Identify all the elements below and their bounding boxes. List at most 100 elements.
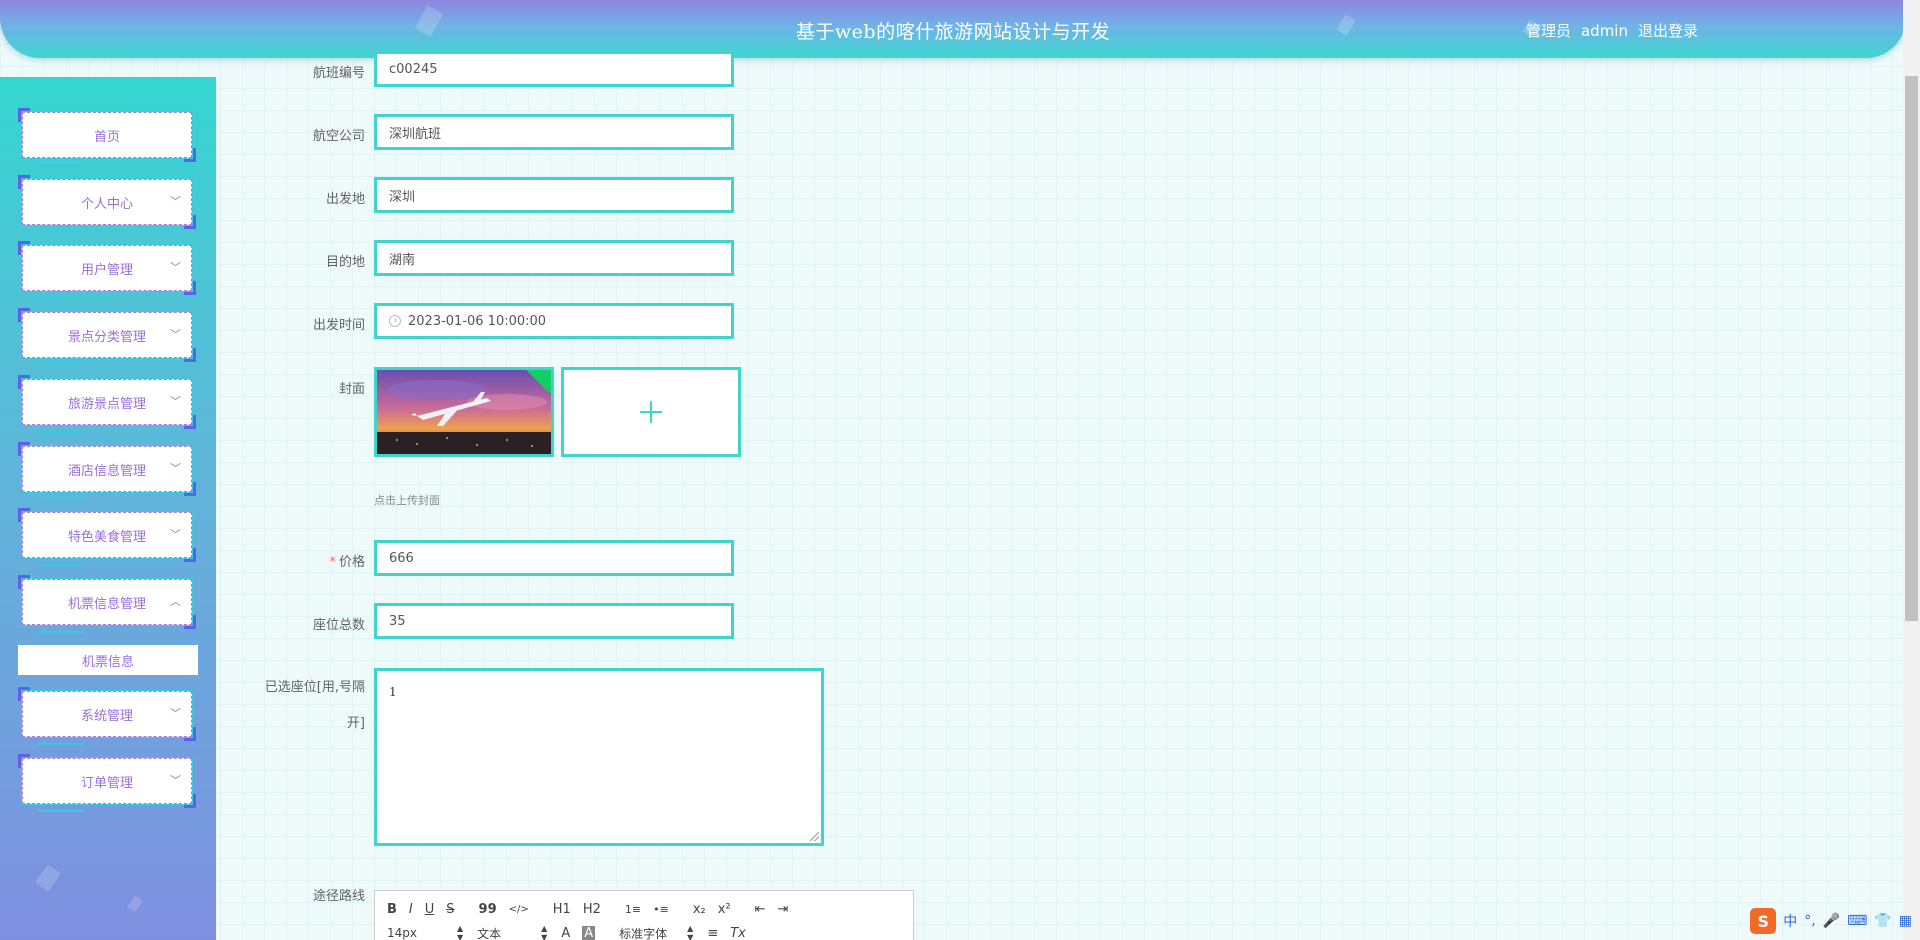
sidebar-item-orders[interactable]: 订单管理 ﹀ (18, 754, 196, 812)
chevron-down-icon: ﹀ (170, 395, 181, 408)
route-label: 途径路线 (312, 889, 365, 904)
cover-image-thumbnail[interactable] (374, 367, 554, 457)
h2-button[interactable]: H2 (583, 902, 601, 917)
airline-label: 航空公司 (312, 129, 365, 144)
chevron-down-icon: ﹀ (170, 195, 181, 208)
chevron-up-icon: ︿ (170, 595, 181, 608)
background-color-button[interactable]: A (582, 925, 596, 940)
strike-button[interactable]: S (446, 902, 454, 917)
route-rich-editor[interactable]: B I U S 99 </> H1 H2 1≡ •≡ x₂ x² ⇤ ⇥ 14p… (374, 890, 914, 940)
chevron-down-icon: ﹀ (170, 462, 181, 475)
sidebar-item-hotels[interactable]: 酒店信息管理 ﹀ (18, 442, 196, 500)
sidebar-item-system[interactable]: 系统管理 ﹀ (18, 687, 196, 745)
font-size-value: 14px (387, 926, 417, 940)
item-underline (38, 743, 84, 745)
destination-label: 目的地 (325, 255, 365, 270)
text-color-button[interactable]: A (561, 926, 570, 940)
indent-button[interactable]: ⇥ (778, 902, 789, 917)
clear-format-button[interactable]: Tx (730, 926, 746, 940)
logout-button[interactable]: 退出登录 (1638, 22, 1698, 40)
resize-handle[interactable] (810, 832, 819, 841)
item-underline (38, 498, 84, 500)
item-body: 用户管理 ﹀ (22, 245, 192, 291)
airline-input[interactable]: 深圳航班 (374, 114, 734, 150)
price-label-text: 价格 (338, 555, 365, 570)
page-scrollbar[interactable] (1903, 0, 1920, 940)
item-underline (38, 810, 84, 812)
italic-button[interactable]: I (409, 902, 413, 917)
editor-toolbar-row: 14px ▲ ▼ 文本 ▲ ▼ A A 标准字体 ▲ ▼ ≡ Tx (387, 924, 758, 940)
subscript-button[interactable]: x₂ (693, 902, 706, 917)
sidebar-decoration (126, 895, 144, 913)
grid-menu-icon[interactable]: ▦ (1899, 913, 1912, 929)
code-block-button[interactable]: </> (509, 904, 529, 915)
ime-lang-toggle[interactable]: 中 (1783, 911, 1797, 931)
submenu-item-ticket-info[interactable]: 机票信息 (18, 645, 198, 675)
chevron-down-icon: ﹀ (170, 528, 181, 541)
sidebar-item-label: 首页 (93, 129, 120, 145)
item-underline (38, 364, 84, 366)
item-body: 个人中心 ﹀ (22, 179, 192, 225)
flight-no-input[interactable]: c00245 (374, 51, 734, 87)
cover-label: 封面 (338, 382, 365, 397)
chevron-down-icon: ﹀ (170, 261, 181, 274)
item-body: 订单管理 ﹀ (22, 758, 192, 804)
item-underline (38, 564, 84, 566)
blockquote-button[interactable]: 99 (479, 902, 497, 917)
sidebar-item-label: 系统管理 (80, 708, 133, 724)
outdent-button[interactable]: ⇤ (755, 902, 766, 917)
item-body: 机票信息管理 ︿ (22, 579, 192, 625)
align-button[interactable]: ≡ (707, 926, 718, 940)
sidebar-item-label: 个人中心 (80, 196, 133, 212)
price-input[interactable]: 666 (374, 540, 734, 576)
sogou-logo-icon[interactable]: S (1750, 908, 1777, 934)
editor-toolbar-row: B I U S 99 </> H1 H2 1≡ •≡ x₂ x² ⇤ ⇥ (387, 902, 800, 917)
sidebar-item-label: 旅游景点管理 (67, 396, 146, 412)
ordered-list-button[interactable]: 1≡ (625, 903, 641, 916)
seats-total-input[interactable]: 35 (374, 603, 734, 639)
format-value: 文本 (477, 926, 502, 940)
item-underline (38, 231, 84, 233)
airplane-sunset-image (377, 370, 551, 454)
item-underline (38, 631, 84, 633)
keyboard-icon[interactable]: ⌨ (1847, 913, 1867, 929)
upload-cover-button[interactable] (561, 367, 741, 457)
shirt-icon[interactable]: 👕 (1874, 913, 1891, 929)
ime-punct-toggle[interactable]: °, (1804, 913, 1815, 929)
depart-time-label: 出发时间 (312, 318, 365, 333)
destination-input[interactable]: 湖南 (374, 240, 734, 276)
item-underline (38, 297, 84, 299)
font-family-select[interactable]: 标准字体 ▲ ▼ (619, 924, 693, 940)
bullet-list-button[interactable]: •≡ (653, 903, 669, 916)
sidebar-item-spot-categories[interactable]: 景点分类管理 ﹀ (18, 308, 196, 366)
depart-time-picker[interactable]: 2023-01-06 10:00:00 (374, 303, 734, 339)
underline-button[interactable]: U (425, 902, 435, 917)
superscript-button[interactable]: x² (718, 902, 731, 917)
sidebar-item-home[interactable]: 首页 (18, 108, 196, 166)
item-underline (38, 164, 84, 166)
chevron-down-icon: ﹀ (170, 328, 181, 341)
seats-selected-textarea[interactable]: 1 (374, 668, 824, 846)
select-arrow-icon: ▲ ▼ (457, 924, 464, 940)
sidebar-item-profile[interactable]: 个人中心 ﹀ (18, 175, 196, 233)
microphone-icon[interactable]: 🎤 (1823, 913, 1840, 929)
bold-button[interactable]: B (387, 902, 397, 917)
sidebar-item-tickets[interactable]: 机票信息管理 ︿ (18, 575, 196, 633)
user-area: 管理员 admin 退出登录 (1516, 20, 1698, 41)
sidebar-item-users[interactable]: 用户管理 ﹀ (18, 241, 196, 299)
chevron-down-icon: ﹀ (170, 707, 181, 720)
sidebar-item-spots[interactable]: 旅游景点管理 ﹀ (18, 375, 196, 433)
scrollbar-thumb[interactable] (1905, 76, 1918, 621)
font-size-select[interactable]: 14px ▲ ▼ (387, 924, 463, 940)
clock-icon (389, 315, 401, 327)
select-arrow-icon: ▲ ▼ (687, 924, 694, 940)
sidebar-item-food[interactable]: 特色美食管理 ﹀ (18, 508, 196, 566)
sidebar-item-label: 订单管理 (80, 775, 133, 791)
item-underline (38, 431, 84, 433)
format-select[interactable]: 文本 ▲ ▼ (477, 924, 547, 940)
h1-button[interactable]: H1 (553, 902, 571, 917)
origin-input[interactable]: 深圳 (374, 177, 734, 213)
seats-selected-label: 已选座位[用,号隔 (264, 680, 365, 695)
item-body: 景点分类管理 ﹀ (22, 312, 192, 358)
seats-selected-label-cont: 开] (346, 716, 365, 731)
